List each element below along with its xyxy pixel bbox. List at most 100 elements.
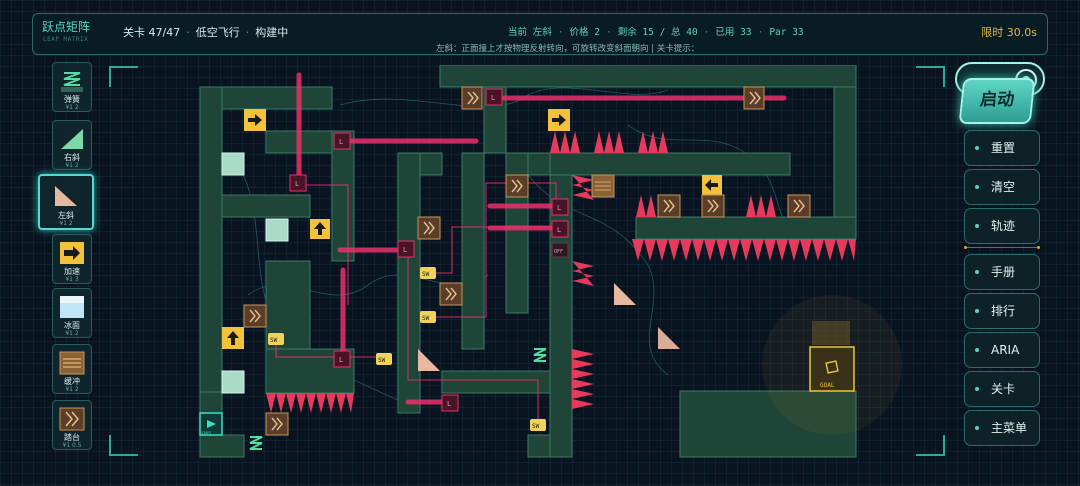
spike-strip (572, 261, 594, 286)
sw-button[interactable]: SW (376, 353, 392, 365)
ice-block-icon (221, 370, 245, 394)
left-slope-icon[interactable] (614, 283, 636, 305)
wall-segment (419, 152, 443, 176)
palette-count: ¥1 2 (65, 104, 79, 111)
jump-pad-icon[interactable] (505, 174, 529, 198)
jump-pad-icon[interactable] (417, 216, 441, 240)
palette-item-booster[interactable]: 加速 ¥1 3 (52, 234, 92, 284)
start-label: START (201, 431, 212, 435)
launch-button[interactable]: 启动 (958, 78, 1036, 124)
palette-item-buffer[interactable]: 缓冲 ¥1 2 (52, 344, 92, 394)
lever-label: L (557, 226, 561, 234)
wall-segment (397, 152, 421, 414)
ice-block-icon (60, 296, 84, 318)
palette-item-ice[interactable]: 冰面 ¥1 2 (52, 288, 92, 338)
spike-strip (638, 131, 668, 153)
booster-arrow-icon[interactable] (310, 219, 330, 239)
spring-icon[interactable] (249, 436, 263, 450)
wall-segment (199, 86, 223, 393)
lever-switch[interactable]: L (333, 132, 351, 150)
palette-count: ¥1 2 (65, 330, 79, 337)
palette-item-right-slope[interactable]: 右斜 ¥1 2 (52, 120, 92, 170)
sw-button[interactable]: SW (530, 419, 546, 431)
reset-button[interactable]: 重置 (964, 130, 1040, 166)
lever-switch[interactable]: L (441, 394, 459, 412)
jump-pad-icon[interactable] (461, 86, 483, 110)
brand-title: 跃点矩阵 (42, 20, 91, 34)
main-menu-button[interactable]: 主菜单 (964, 410, 1040, 446)
jump-pad-icon[interactable] (243, 304, 267, 328)
booster-arrow-icon[interactable] (222, 327, 244, 349)
spike-strip (746, 195, 776, 217)
left-slope-icon[interactable] (658, 327, 680, 349)
price: 价格 2 (569, 27, 600, 38)
wall-segment (221, 194, 311, 218)
goal-zone: GOAL (762, 295, 902, 435)
leaderboard-button[interactable]: 排行 (964, 293, 1040, 329)
jump-pad-icon[interactable] (701, 194, 725, 218)
palette-item-spring[interactable]: 弹簧 ¥1 2 (52, 62, 92, 112)
palette-count: ¥1 2 (65, 162, 79, 169)
sw-label: SW (422, 271, 430, 278)
left-slope-icon (55, 186, 77, 206)
spike-strip (572, 349, 594, 409)
ice-block-icon (265, 218, 289, 242)
clear-button[interactable]: 清空 (964, 169, 1040, 205)
spring-icon[interactable] (533, 348, 547, 362)
jump-pad-icon[interactable] (743, 86, 765, 110)
spike-strip (572, 175, 594, 200)
game-board[interactable]: L L L L L L L L OFF SW SW SW SW SW START (108, 65, 948, 465)
brand-subtitle: LEAP MATRIX (43, 36, 89, 43)
ice-block-icon (221, 152, 245, 176)
sw-button[interactable]: SW (268, 333, 284, 345)
level-number: 关卡 47/47 (123, 26, 181, 39)
goal-label: GOAL (820, 382, 835, 389)
lever-switch[interactable]: L (485, 88, 503, 106)
level-name: 低空飞行 (195, 26, 240, 39)
buffer-icon[interactable] (591, 174, 615, 198)
par-value: Par 33 (769, 27, 804, 38)
booster-arrow-icon[interactable] (548, 109, 570, 131)
manual-button[interactable]: 手册 (964, 254, 1040, 290)
jump-pad-icon[interactable] (439, 282, 463, 306)
piece-tip: 左斜：正面撞上才按物理反射转向，可旋转改变斜面朝向 | 关卡提示： (436, 44, 700, 54)
booster-arrow-icon[interactable] (244, 109, 266, 131)
wall-segment (331, 130, 355, 262)
wall-segment (527, 434, 551, 458)
lever-label: L (339, 356, 343, 364)
sw-label: SW (270, 337, 278, 344)
wall-segment (461, 152, 485, 350)
jump-pad-icon[interactable] (657, 194, 681, 218)
palette-count: ¥1 2 (65, 386, 79, 393)
palette-item-jump-pad[interactable]: 踏台 ¥1 0.5 (52, 400, 92, 450)
mode-status: 构建中 (255, 26, 289, 39)
palette-count: ¥1 2 (59, 220, 73, 227)
sw-button[interactable]: SW (420, 311, 436, 323)
sw-label: SW (532, 423, 540, 430)
spring-icon (61, 72, 83, 92)
sw-button[interactable]: SW (420, 267, 436, 279)
left-slope-icon[interactable] (418, 349, 440, 371)
spike-strip (594, 131, 624, 153)
buffer-icon (59, 351, 85, 375)
lever-switch[interactable]: L (551, 198, 569, 216)
lever-switch[interactable]: L (397, 240, 415, 258)
booster-arrow-icon[interactable] (702, 175, 722, 195)
jump-pad-icon[interactable] (265, 412, 289, 436)
lever-label: L (295, 180, 299, 188)
aria-button[interactable]: ARIA (964, 332, 1040, 368)
start-pad: START (199, 412, 223, 436)
levels-button[interactable]: 关卡 (964, 371, 1040, 407)
lever-switch[interactable]: L (333, 350, 351, 368)
current-piece: 左斜 (532, 27, 552, 38)
trajectory-button[interactable]: 轨迹 (964, 208, 1040, 244)
time-limit: 限时 30.0s (981, 26, 1037, 39)
palette-item-left-slope[interactable]: 左斜 ¥1 2 (38, 174, 94, 230)
wall-segment (199, 434, 245, 458)
palette-count: ¥1 3 (65, 276, 79, 283)
jump-pad-icon[interactable] (787, 194, 811, 218)
used-count: 已用 33 (715, 27, 752, 38)
lever-switch[interactable]: L (289, 174, 307, 192)
lever-label: L (339, 138, 343, 146)
lever-switch[interactable]: L (551, 220, 569, 238)
